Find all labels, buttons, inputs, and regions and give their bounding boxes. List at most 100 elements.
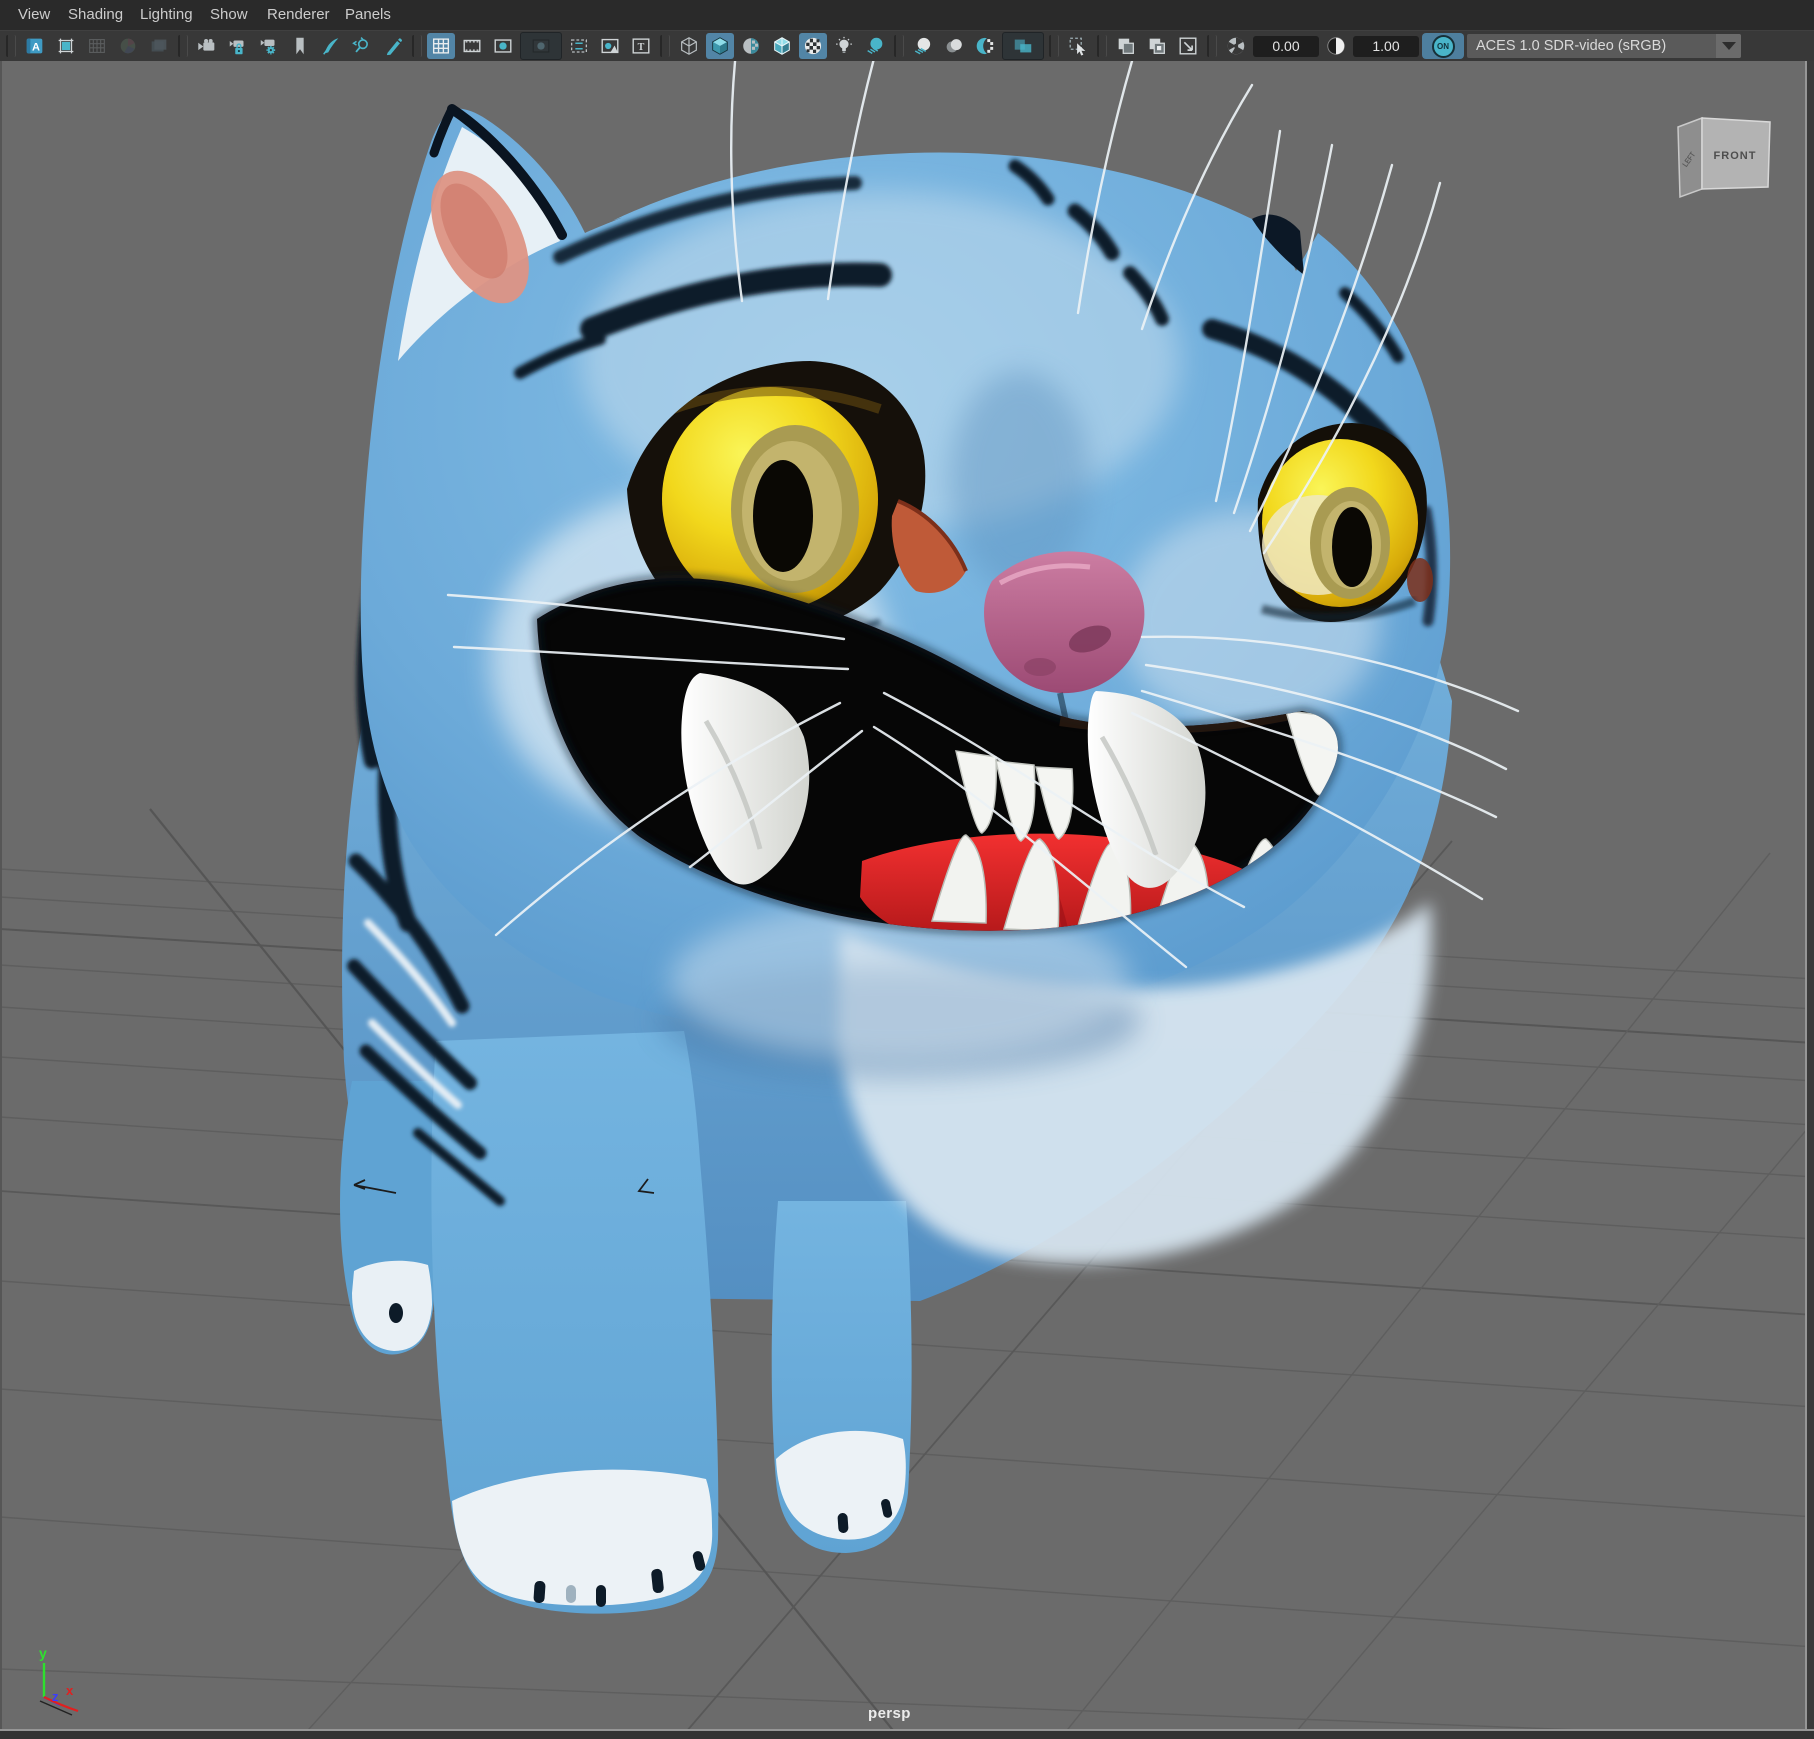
subscene-button[interactable] (1112, 33, 1140, 59)
aperture-icon (1225, 35, 1247, 57)
ambient-occlusion-button[interactable] (909, 33, 937, 59)
axis-z-label: z (52, 1689, 59, 1704)
toolbar-grip-1[interactable] (6, 35, 16, 57)
toolbar-grip-3[interactable] (412, 35, 422, 57)
axis-y-label: y (39, 1645, 47, 1661)
toolbar-grip-4[interactable] (660, 35, 670, 57)
overlap-squares-icon (1115, 35, 1137, 57)
shadows-button[interactable] (861, 33, 889, 59)
pan-zoom-icon (351, 35, 373, 57)
maya-viewport-panel: View Shading Lighting Show Renderer Panels 0.… (0, 0, 1814, 1739)
bookmarks-button[interactable] (286, 33, 314, 59)
sphere-checker-icon (802, 35, 824, 57)
menu-view[interactable]: View (18, 0, 50, 30)
snapshot-button[interactable] (1174, 33, 1202, 59)
annotate-button[interactable] (379, 33, 407, 59)
lock-camera-button[interactable] (224, 33, 252, 59)
menu-panels[interactable]: Panels (345, 0, 391, 30)
view-transform-toggle[interactable]: ON (1422, 33, 1464, 59)
film-gate-button[interactable] (83, 33, 111, 59)
motion-blur-icon (943, 35, 965, 57)
toolbar-grip-5[interactable] (894, 35, 904, 57)
gamma-button[interactable] (1322, 33, 1350, 59)
circle-rect-icon (492, 35, 514, 57)
wireframe-button[interactable] (675, 33, 703, 59)
shade-textured-button[interactable] (737, 33, 765, 59)
contrast-icon (1325, 35, 1347, 57)
camera-settings-button[interactable] (255, 33, 283, 59)
motion-blur-button[interactable] (940, 33, 968, 59)
circle-rect-pressed-icon (530, 35, 552, 57)
gate-mask-button[interactable] (145, 33, 173, 59)
grease-pencil-button[interactable] (317, 33, 345, 59)
use-lights-button[interactable] (830, 33, 858, 59)
grid-icon (430, 35, 452, 57)
menu-renderer[interactable]: Renderer (267, 0, 330, 30)
wireframe-on-shaded-button[interactable] (768, 33, 796, 59)
panel-toolbar: 0.00 1.00 ON ACES 1.0 SDR-video (sRGB) (0, 30, 1814, 61)
toolbar-grip-7[interactable] (1097, 35, 1107, 57)
safe-action-button[interactable] (565, 33, 593, 59)
axis-x-label: x (66, 1683, 74, 1698)
menu-show[interactable]: Show (210, 0, 248, 30)
bookmark-icon (289, 35, 311, 57)
exposure-button[interactable] (1222, 33, 1250, 59)
pan-zoom-button[interactable] (348, 33, 376, 59)
gate-mask-dim-icon (148, 35, 170, 57)
mask-squares-icon (1012, 35, 1034, 57)
box-arrow-icon (1177, 35, 1199, 57)
field-chart-button[interactable] (114, 33, 142, 59)
view-transform-dropdown[interactable]: ACES 1.0 SDR-video (sRGB) (1467, 34, 1741, 58)
viewcube-front-label[interactable]: FRONT (1714, 150, 1757, 162)
render-region-button[interactable] (971, 33, 999, 59)
bulb-icon (833, 35, 855, 57)
resolution-gate-button[interactable] (52, 33, 80, 59)
renderer-tool-button[interactable] (21, 33, 49, 59)
toolbar-grip-8[interactable] (1207, 35, 1217, 57)
colorspace-value: ACES 1.0 SDR-video (sRGB) (1467, 38, 1716, 54)
axis-indicator: y z x (39, 1645, 78, 1715)
camera-lock-icon (227, 35, 249, 57)
gate-mask-display-button[interactable] (520, 32, 562, 60)
menu-lighting[interactable]: Lighting (140, 0, 193, 30)
pencil-icon (382, 35, 404, 57)
grid-display-button[interactable] (427, 33, 455, 59)
toolbar-grip-2[interactable] (178, 35, 188, 57)
crescent-checker-icon (974, 35, 996, 57)
cube-wire-shaded-icon (771, 35, 793, 57)
mask-display-button[interactable] (1002, 32, 1044, 60)
panel-menubar: View Shading Lighting Show Renderer Panels (0, 0, 1814, 30)
filmgate-rect-icon (461, 35, 483, 57)
menu-shading[interactable]: Shading (68, 0, 123, 30)
cube-wire-icon (678, 35, 700, 57)
text-t-icon (630, 35, 652, 57)
viewcube-widget[interactable]: FRONT LEFT (1678, 118, 1770, 197)
isolate-select-button[interactable] (1064, 33, 1092, 59)
chevron-down-icon (1716, 34, 1741, 58)
textured-button[interactable] (799, 33, 827, 59)
camera-gear-icon (258, 35, 280, 57)
camera-attributes-button[interactable] (193, 33, 221, 59)
toolbar-grip-6[interactable] (1049, 35, 1059, 57)
sphere-ao-icon (912, 35, 934, 57)
camera-name-label: persp (868, 1705, 911, 1722)
resolution-display-button[interactable] (489, 33, 517, 59)
gamma-field[interactable]: 1.00 (1353, 36, 1419, 57)
camera-icon (196, 35, 218, 57)
image-plane-button[interactable] (596, 33, 624, 59)
image-icon (599, 35, 621, 57)
hud-button[interactable] (627, 33, 655, 59)
subscene-alt-button[interactable] (1143, 33, 1171, 59)
cursor-select-icon (1067, 35, 1089, 57)
resolution-gate-icon (55, 35, 77, 57)
sphere-shadow-icon (864, 35, 886, 57)
quill-icon (320, 35, 342, 57)
film-gate-display-button[interactable] (458, 33, 486, 59)
exposure-field[interactable]: 0.00 (1253, 36, 1319, 57)
viewport-3d[interactable]: FRONT LEFT y z x persp (0, 61, 1814, 1739)
cube-shaded-icon (709, 35, 731, 57)
cat-model-3d[interactable] (340, 61, 1518, 1614)
smooth-shade-button[interactable] (706, 33, 734, 59)
overlap-squares-alt-icon (1146, 35, 1168, 57)
on-indicator: ON (1432, 35, 1455, 58)
